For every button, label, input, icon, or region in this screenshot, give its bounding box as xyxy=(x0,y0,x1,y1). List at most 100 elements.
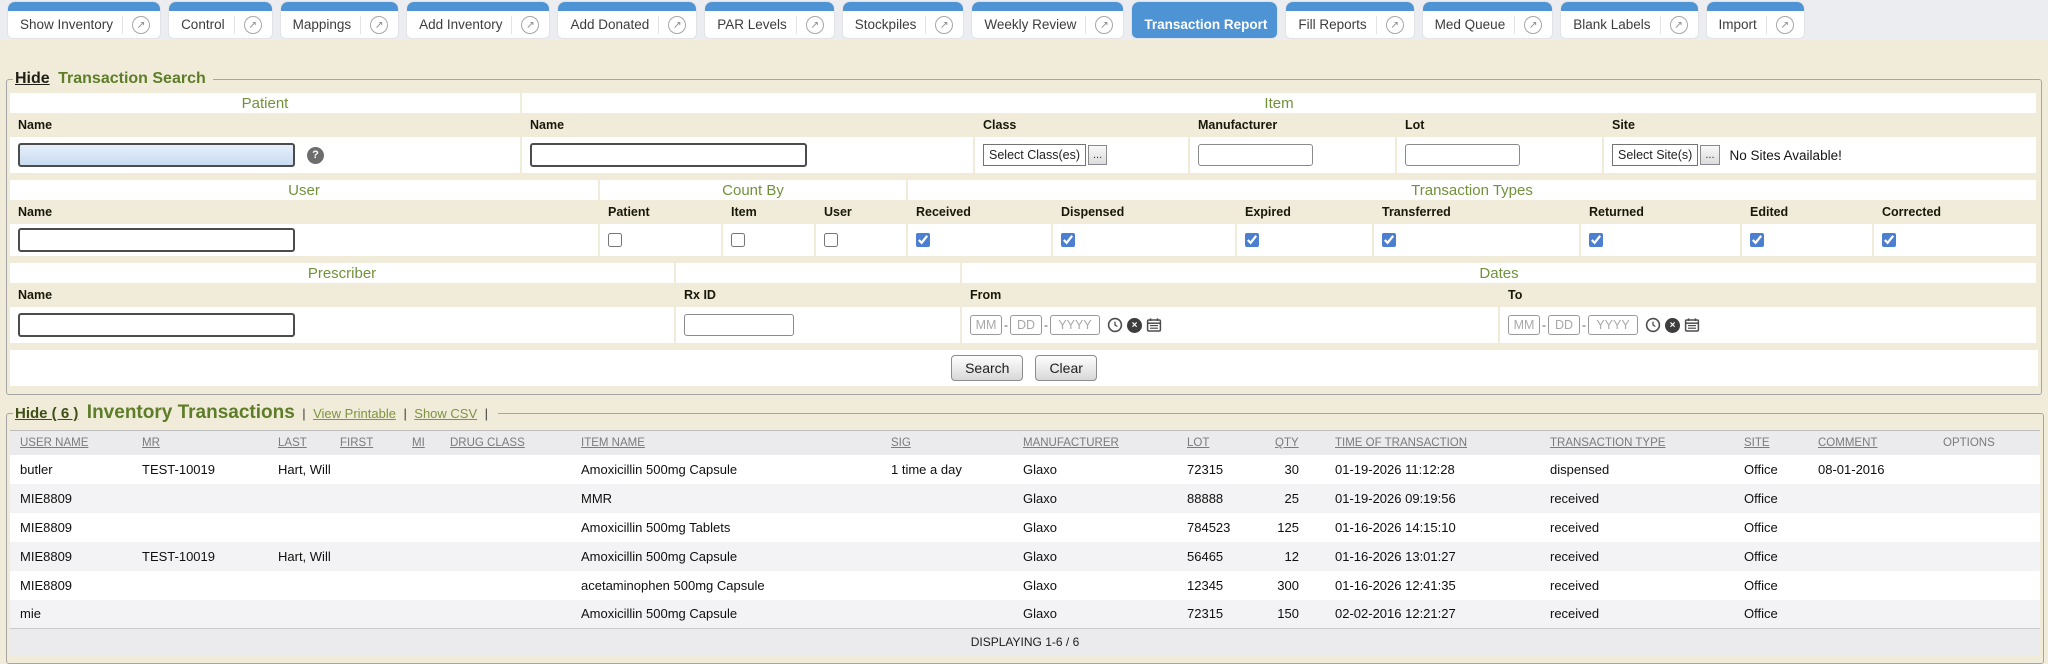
tab-import[interactable]: Import↗ xyxy=(1707,2,1804,38)
open-in-new-window-icon[interactable]: ↗ xyxy=(658,16,686,34)
item-name-input[interactable] xyxy=(530,143,807,167)
arrow-up-right-glyph: ↗ xyxy=(1776,16,1794,34)
tab-body: Fill Reports↗ xyxy=(1286,11,1413,38)
clear-button[interactable]: Clear xyxy=(1035,355,1096,381)
transaction-type-checkbox-received[interactable] xyxy=(916,233,930,247)
from-calendar-icon[interactable] xyxy=(1146,317,1162,333)
column-header-manufacturer[interactable]: MANUFACTURER xyxy=(1013,431,1177,455)
transaction-type-checkbox-transferred[interactable] xyxy=(1382,233,1396,247)
open-in-new-window-icon[interactable]: ↗ xyxy=(122,16,150,34)
transaction-type-checkbox-expired[interactable] xyxy=(1245,233,1259,247)
rx-id-input[interactable] xyxy=(684,314,794,336)
from-year-input[interactable] xyxy=(1050,315,1100,335)
cell-user-name: MIE8809 xyxy=(10,542,132,571)
manufacturer-input[interactable] xyxy=(1198,144,1313,166)
open-in-new-window-icon[interactable]: ↗ xyxy=(796,16,824,34)
tab-fill-reports[interactable]: Fill Reports↗ xyxy=(1286,2,1413,38)
tab-weekly-review[interactable]: Weekly Review↗ xyxy=(972,2,1123,38)
column-header-time-of-transaction[interactable]: TIME OF TRANSACTION xyxy=(1325,431,1540,455)
table-row: mieAmoxicillin 500mg CapsuleGlaxo7231515… xyxy=(10,600,2040,629)
hide-search-link[interactable]: Hide xyxy=(15,70,50,87)
tab-show-inventory[interactable]: Show Inventory↗ xyxy=(8,2,160,38)
to-clear-icon[interactable]: × xyxy=(1665,318,1680,333)
from-clock-icon[interactable] xyxy=(1107,317,1123,333)
open-in-new-window-icon[interactable]: ↗ xyxy=(360,16,388,34)
search-button[interactable]: Search xyxy=(951,355,1023,381)
cell-manufacturer: Glaxo xyxy=(1013,571,1177,600)
cell-item-name: acetaminophen 500mg Capsule xyxy=(571,571,881,600)
view-printable-link[interactable]: View Printable xyxy=(313,406,396,421)
select-sites-box[interactable]: Select Site(s) xyxy=(1612,144,1698,166)
transaction-type-checkbox-corrected[interactable] xyxy=(1882,233,1896,247)
to-year-input[interactable] xyxy=(1588,315,1638,335)
transaction-type-checkbox-edited[interactable] xyxy=(1750,233,1764,247)
column-header-mr[interactable]: MR xyxy=(132,431,268,455)
select-classes-box[interactable]: Select Class(es) xyxy=(983,144,1086,166)
column-header-site[interactable]: SITE xyxy=(1734,431,1808,455)
help-icon[interactable]: ? xyxy=(307,147,324,164)
open-in-new-window-icon[interactable]: ↗ xyxy=(511,16,539,34)
arrow-up-right-glyph: ↗ xyxy=(668,16,686,34)
count-by-checkbox-user[interactable] xyxy=(824,233,838,247)
select-classes-ellipsis-button[interactable]: ... xyxy=(1088,145,1107,165)
transaction-type-checkbox-dispensed[interactable] xyxy=(1061,233,1075,247)
column-header-last[interactable]: LAST xyxy=(268,431,330,455)
open-in-new-window-icon[interactable]: ↗ xyxy=(1376,16,1404,34)
to-day-input[interactable] xyxy=(1548,315,1580,335)
column-header-mi[interactable]: MI xyxy=(402,431,440,455)
cell-lot: 72315 xyxy=(1177,455,1265,484)
cell-sig xyxy=(881,600,1013,629)
tab-med-queue[interactable]: Med Queue↗ xyxy=(1423,2,1553,38)
select-sites-ellipsis-button[interactable]: ... xyxy=(1700,145,1719,165)
count-by-checkbox-item[interactable] xyxy=(731,233,745,247)
to-month-input[interactable] xyxy=(1508,315,1540,335)
cell-qty: 300 xyxy=(1265,571,1325,600)
tab-transaction-report[interactable]: Transaction Report xyxy=(1132,2,1277,38)
cell-manufacturer: Glaxo xyxy=(1013,513,1177,542)
user-name-input[interactable] xyxy=(18,228,295,252)
to-calendar-icon[interactable] xyxy=(1684,317,1700,333)
column-header-user-name[interactable]: USER NAME xyxy=(10,431,132,455)
from-clear-icon[interactable]: × xyxy=(1127,318,1142,333)
tab-par-levels[interactable]: PAR Levels↗ xyxy=(705,2,834,38)
from-day-input[interactable] xyxy=(1010,315,1042,335)
cell-drug-class xyxy=(440,513,571,542)
tab-add-donated[interactable]: Add Donated↗ xyxy=(558,2,696,38)
tab-stockpiles[interactable]: Stockpiles↗ xyxy=(843,2,964,38)
tab-mappings[interactable]: Mappings↗ xyxy=(281,2,399,38)
to-clock-icon[interactable] xyxy=(1645,317,1661,333)
cell-options xyxy=(1933,513,2040,542)
table-row: MIE8809acetaminophen 500mg CapsuleGlaxo1… xyxy=(10,571,2040,600)
open-in-new-window-icon[interactable]: ↗ xyxy=(234,16,262,34)
manufacturer-cell xyxy=(1190,137,1395,173)
column-header-sig[interactable]: SIG xyxy=(881,431,1013,455)
tab-blank-labels[interactable]: Blank Labels↗ xyxy=(1561,2,1697,38)
inventory-transactions-table: USER NAMEMRLASTFIRSTMIDRUG CLASSITEM NAM… xyxy=(10,430,2040,655)
cell-time-of-transaction: 02-02-2016 12:21:27 xyxy=(1325,600,1540,629)
lot-input[interactable] xyxy=(1405,144,1520,166)
open-in-new-window-icon[interactable]: ↗ xyxy=(1085,16,1113,34)
patient-name-input[interactable] xyxy=(18,143,295,167)
from-month-input[interactable] xyxy=(970,315,1002,335)
count-by-checkbox-patient[interactable] xyxy=(608,233,622,247)
open-in-new-window-icon[interactable]: ↗ xyxy=(925,16,953,34)
open-in-new-window-icon[interactable]: ↗ xyxy=(1514,16,1542,34)
column-header-drug-class[interactable]: DRUG CLASS xyxy=(440,431,571,455)
tab-add-inventory[interactable]: Add Inventory↗ xyxy=(407,2,549,38)
column-header-comment[interactable]: COMMENT xyxy=(1808,431,1933,455)
prescriber-name-input[interactable] xyxy=(18,313,295,337)
transaction-type-checkbox-returned[interactable] xyxy=(1589,233,1603,247)
column-header-item-name[interactable]: ITEM NAME xyxy=(571,431,881,455)
date-separator: - xyxy=(1542,318,1546,332)
tab-control[interactable]: Control↗ xyxy=(169,2,272,38)
item-name-label: Name xyxy=(522,115,973,135)
open-in-new-window-icon[interactable]: ↗ xyxy=(1766,16,1794,34)
column-header-transaction-type[interactable]: TRANSACTION TYPE xyxy=(1540,431,1734,455)
hide-results-link[interactable]: Hide ( 6 ) xyxy=(15,405,78,422)
column-header-first[interactable]: FIRST xyxy=(330,431,402,455)
show-csv-link[interactable]: Show CSV xyxy=(414,406,477,421)
column-header-lot[interactable]: LOT xyxy=(1177,431,1265,455)
open-in-new-window-icon[interactable]: ↗ xyxy=(1660,16,1688,34)
site-label: Site xyxy=(1604,115,2036,135)
column-header-qty[interactable]: QTY xyxy=(1265,431,1325,455)
